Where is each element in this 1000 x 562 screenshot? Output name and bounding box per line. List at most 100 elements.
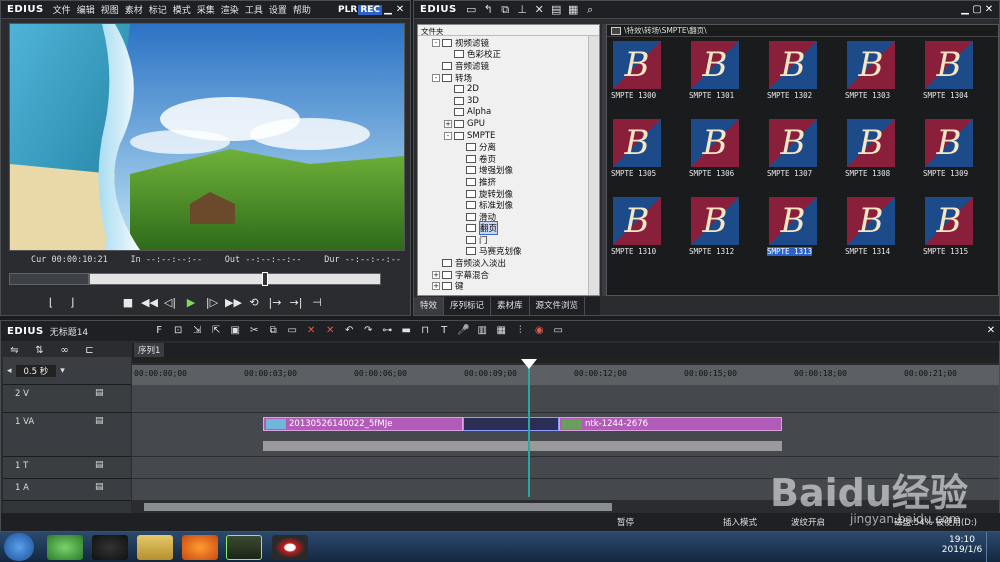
effect-label[interactable]: SMPTE 1301 xyxy=(689,91,734,100)
timeline-close-icon[interactable]: ✕ xyxy=(985,325,997,337)
rewind-icon[interactable]: ◀◀ xyxy=(141,295,158,311)
effect-thumbnail[interactable]: B xyxy=(769,197,817,245)
expand-icon[interactable]: + xyxy=(432,282,440,291)
add-icon[interactable]: ⊥ xyxy=(514,3,531,17)
bin-tab[interactable]: 源文件浏览 xyxy=(530,297,586,315)
effect-thumbnail[interactable]: B xyxy=(613,41,661,89)
tree-node[interactable]: 2D xyxy=(432,83,599,95)
record-icon[interactable]: ◉ xyxy=(530,323,549,339)
tree-node[interactable]: 滑动 xyxy=(432,211,599,223)
title-icon[interactable]: T xyxy=(435,323,454,339)
effect-thumbnail[interactable]: B xyxy=(769,41,817,89)
timeline-ruler[interactable]: 00:00:00;00 00:00:03;00 00:00:06;00 00:00:0… xyxy=(132,365,999,385)
effect-label[interactable]: SMPTE 1303 xyxy=(845,91,890,100)
tree-node[interactable]: - 转场 xyxy=(432,72,599,84)
explorer-icon[interactable] xyxy=(137,535,173,560)
expand-icon[interactable]: - xyxy=(444,131,452,140)
copy-icon[interactable]: ⧉ xyxy=(497,3,514,17)
menu-item-0[interactable]: 文件 xyxy=(50,3,74,16)
tree-node[interactable]: 3D xyxy=(432,95,599,107)
render-icon[interactable]: ▥ xyxy=(473,323,492,339)
effect-label[interactable]: SMPTE 1310 xyxy=(611,247,656,256)
tree-node[interactable]: 旋转划像 xyxy=(432,188,599,200)
folder-icon[interactable]: ▭ xyxy=(463,3,480,17)
track-toggle-icon[interactable]: ▤ xyxy=(95,482,104,492)
mark-in-icon[interactable]: ⌊ xyxy=(43,295,59,311)
video-clip-1[interactable]: 20130526140022_5fMJe xyxy=(263,417,463,431)
menu-item-2[interactable]: 视图 xyxy=(98,3,122,16)
effect-label[interactable]: SMPTE 1306 xyxy=(689,169,734,178)
app-icon-1[interactable] xyxy=(47,535,83,560)
sequence-tab[interactable]: 序列1 xyxy=(134,343,165,357)
effect-thumbnail[interactable]: B xyxy=(691,197,739,245)
track-header[interactable]: 2 V ▤ xyxy=(3,385,131,413)
up-folder-icon[interactable]: ↰ xyxy=(480,3,497,17)
view-icon[interactable]: ▦ xyxy=(565,3,582,17)
menu-item-5[interactable]: 模式 xyxy=(170,3,194,16)
tree-node[interactable]: 推挤 xyxy=(432,176,599,188)
close-icon[interactable]: ✕ xyxy=(394,4,406,16)
effect-label[interactable]: SMPTE 1304 xyxy=(923,91,968,100)
expand-icon[interactable]: - xyxy=(432,73,440,82)
tree-node[interactable]: 音频淡入淡出 xyxy=(432,257,599,269)
start-button[interactable] xyxy=(4,533,34,561)
menu-item-8[interactable]: 工具 xyxy=(242,3,266,16)
effect-thumbnail[interactable]: B xyxy=(691,41,739,89)
layout-icon[interactable]: ▭ xyxy=(549,323,568,339)
import-icon[interactable]: ⇲ xyxy=(188,323,207,339)
playhead-marker-icon[interactable] xyxy=(521,359,537,369)
search-icon[interactable]: ⌕ xyxy=(582,3,599,17)
tree-node[interactable]: + GPU xyxy=(432,118,599,130)
menu-item-1[interactable]: 编辑 xyxy=(74,3,98,16)
tree-node[interactable]: 卷页 xyxy=(432,153,599,165)
effect-label[interactable]: SMPTE 1305 xyxy=(611,169,656,178)
track-header[interactable]: 1 T ▤ xyxy=(3,457,131,479)
cut-icon[interactable]: ✂ xyxy=(245,323,264,339)
tree-node[interactable]: 分离 xyxy=(432,141,599,153)
effect-thumbnail[interactable]: B xyxy=(925,197,973,245)
undo-icon[interactable]: ↶ xyxy=(340,323,359,339)
tree-node[interactable]: 翻页 xyxy=(432,221,599,236)
tree-node[interactable]: Alpha xyxy=(432,107,599,119)
insert-icon[interactable]: |→ xyxy=(267,295,283,311)
mark-out-icon[interactable]: ⌋ xyxy=(64,295,80,311)
track-toggle-icon[interactable]: ▤ xyxy=(95,388,104,398)
effect-thumbnail[interactable]: B xyxy=(925,41,973,89)
grid-icon[interactable]: ▦ xyxy=(492,323,511,339)
scrub-bar[interactable] xyxy=(89,272,381,286)
delete-clip-icon[interactable]: ✕ xyxy=(302,323,321,339)
lane-1va[interactable]: 20130526140022_5fMJe ntk-1244-2676 xyxy=(132,413,999,457)
tree-node[interactable]: - 视频滤镜 xyxy=(432,37,599,49)
effect-thumbnail[interactable]: B xyxy=(613,119,661,167)
step-forward-icon[interactable]: |▷ xyxy=(204,295,220,311)
stop-icon[interactable]: ■ xyxy=(120,295,136,311)
lane-2v[interactable] xyxy=(132,385,999,413)
plr-rec-switch[interactable]: PLR REC ▁ ✕ xyxy=(338,4,406,16)
overwrite-icon[interactable]: →| xyxy=(288,295,304,311)
scale-arrow-icon[interactable]: ◂ xyxy=(7,366,12,376)
effect-label[interactable]: SMPTE 1313 xyxy=(767,247,813,256)
effect-label[interactable]: SMPTE 1307 xyxy=(767,169,812,178)
link-icon[interactable]: ⊶ xyxy=(378,323,397,339)
effect-label[interactable]: SMPTE 1312 xyxy=(689,247,734,256)
transition-clip[interactable] xyxy=(463,417,559,431)
bin-close-icon[interactable]: ✕ xyxy=(983,4,995,16)
effect-thumbnail[interactable]: B xyxy=(925,119,973,167)
bin-minimize-icon[interactable]: ▁ xyxy=(959,4,971,16)
effect-thumbnail[interactable]: B xyxy=(847,119,895,167)
loop-icon[interactable]: ⟲ xyxy=(246,295,262,311)
bin-tab[interactable]: 序列标记 xyxy=(444,297,492,315)
ripple-delete-icon[interactable]: ✕ xyxy=(321,323,340,339)
video-clip-2[interactable]: ntk-1244-2676 xyxy=(559,417,782,431)
effect-icon[interactable]: F xyxy=(150,323,169,339)
hscroll-thumb[interactable] xyxy=(144,503,612,511)
effect-thumbnail[interactable]: B xyxy=(769,119,817,167)
tree-node[interactable]: 门 xyxy=(432,234,599,246)
expand-icon[interactable]: - xyxy=(432,38,440,47)
effect-thumbnail[interactable]: B xyxy=(613,197,661,245)
tree-node[interactable]: 标准划像 xyxy=(432,199,599,211)
plr-label[interactable]: PLR xyxy=(338,5,357,15)
tree-node[interactable]: 音频滤镜 xyxy=(432,60,599,72)
export-icon[interactable]: ⇱ xyxy=(207,323,226,339)
scale-dropdown-icon[interactable]: ▾ xyxy=(60,366,65,376)
